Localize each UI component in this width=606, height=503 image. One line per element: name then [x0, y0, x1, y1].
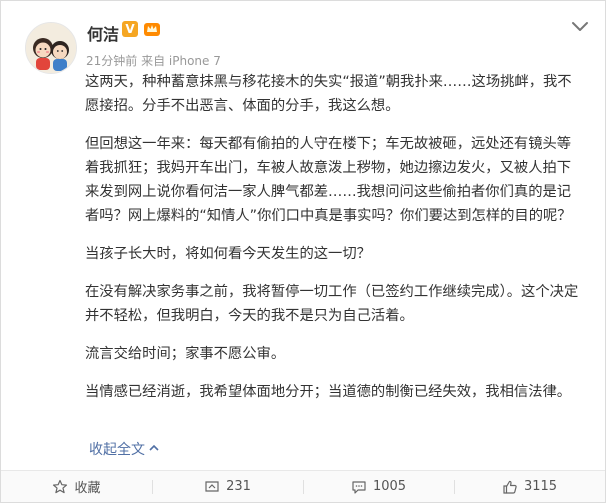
author-name[interactable]: 何洁 — [87, 21, 119, 45]
like-count: 3115 — [523, 479, 558, 494]
post-paragraph: 在没有解决家务事之前，我将暂停一切工作（已签约工作继续完成）。这个决定并不轻松，… — [85, 284, 579, 324]
comment-button[interactable]: 1005 — [303, 471, 454, 502]
member-crown-icon — [143, 20, 161, 38]
verified-badge-icon: V — [122, 21, 138, 37]
avatar[interactable] — [25, 22, 77, 74]
collapse-label: 收起全文 — [89, 442, 145, 458]
thumbs-up-icon — [503, 480, 517, 494]
star-icon — [53, 479, 68, 493]
post-meta: 21分钟前 来自 iPhone 7 — [86, 54, 221, 68]
weibo-post-card: 何洁 V 21分钟前 来自 iPhone 7 这两天，种种蓄意抹黑与移花接木的失… — [0, 0, 606, 503]
chevron-up-icon — [149, 444, 159, 451]
favorite-button[interactable]: 收藏 — [1, 471, 152, 502]
repost-count: 231 — [226, 479, 251, 494]
post-paragraph: 但回想这一年来：每天都有偷拍的人守在楼下；车无故被砸，远处还有镜头等着我抓狂；我… — [85, 136, 572, 224]
repost-icon — [205, 480, 219, 492]
post-paragraph: 当孩子长大时，将如何看今天发生的这一切？ — [85, 246, 371, 262]
post-header: 何洁 V 21分钟前 来自 iPhone 7 — [1, 1, 605, 74]
post-content: 这两天，种种蓄意抹黑与移花接木的失实“报道”朝我扑来……这场挑衅，我不愿接招。分… — [85, 70, 585, 417]
favorite-label: 收藏 — [74, 481, 101, 496]
post-paragraph: 当情感已经消逝，我希望体面地分开；当道德的制衡已经失效，我相信法律。 — [85, 384, 572, 400]
cartoon-avatar-icon — [26, 23, 76, 73]
like-button[interactable]: 3115 — [454, 471, 605, 502]
post-paragraph: 这两天，种种蓄意抹黑与移花接木的失实“报道”朝我扑来……这场挑衅，我不愿接招。分… — [85, 74, 572, 114]
collapse-text-link[interactable]: 收起全文 — [89, 439, 159, 459]
chevron-down-icon[interactable] — [571, 19, 589, 33]
post-paragraph: 流言交给时间；家事不愿公审。 — [85, 346, 286, 362]
comment-icon — [352, 480, 366, 494]
comment-count: 1005 — [372, 479, 407, 494]
repost-button[interactable]: 231 — [152, 471, 303, 502]
action-bar: 收藏 231 1005 3115 — [1, 470, 605, 502]
